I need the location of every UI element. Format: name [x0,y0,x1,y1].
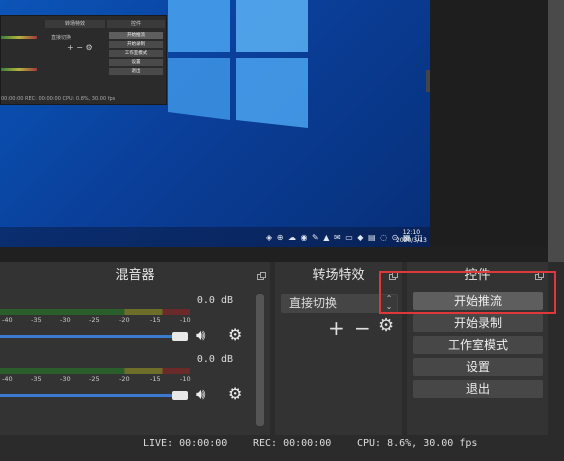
nested-transition-select: 直接切换 [51,35,72,41]
start-recording-button[interactable]: 开始录制 [413,314,543,332]
taskbar-clock: 12:10 2020/3/13 [396,229,427,245]
status-bar: LIVE: 00:00:00 REC: 00:00:00 CPU: 8.6%, … [0,435,548,455]
track2-db: 0.0 dB [196,354,233,365]
tick: -30 [60,375,71,383]
track1-speaker-icon[interactable]: 🔊︎ [196,326,205,344]
exit-button[interactable]: 退出 [413,380,543,398]
nested-meter [1,36,37,39]
add-transition-button[interactable]: + [328,316,345,340]
clock-date: 2020/3/13 [396,237,427,244]
track2-volume-handle[interactable] [172,391,188,400]
track1-volume-slider[interactable] [0,335,182,338]
windows-taskbar: ◈ ⊕ ☁ ◉ ✎ ▲ ✉ ▭ ◆ ▤ ◌ ⊙ ▦ ◫ 12:10 2020/3… [0,227,430,247]
tick: -35 [31,316,42,324]
tick: -40 [2,316,13,324]
nested-studio-mode: 工作室模式 [109,50,163,57]
track1-ticks: -40 -35 -30 -25 -20 -15 -10 [0,314,195,326]
nested-transitions-header: 转场特效 [45,20,105,28]
settings-button[interactable]: 设置 [413,358,543,376]
audio-mixer-panel: 混音器 0.0 dB -40 -35 -30 -25 -20 -15 -10 🔊… [0,262,270,435]
tick: -15 [150,375,161,383]
preview-canvas: 转场特效 控件 直接切换 + − ⚙ 开始推流 开始录制 工作室模式 设置 退出… [0,0,564,262]
nested-meter [1,68,37,71]
track2-speaker-icon[interactable]: 🔊︎ [196,385,205,403]
nested-start-record: 开始录制 [109,41,163,48]
tick: -25 [89,316,100,324]
studio-mode-button[interactable]: 工作室模式 [413,336,543,354]
undock-icon[interactable] [257,272,266,280]
cpu-fps: CPU: 8.6%, 30.00 fps [357,438,478,449]
nested-start-stream: 开始推流 [109,32,163,39]
tick: -40 [2,375,13,383]
track1-db: 0.0 dB [196,295,233,306]
track2-volume-slider[interactable] [0,394,182,397]
tick: -35 [31,375,42,383]
tick: -10 [180,375,191,383]
tick: -20 [119,375,130,383]
track2-gear-icon[interactable]: ⚙ [228,384,242,403]
tick: -30 [60,316,71,324]
window-edge [548,0,564,262]
preview-empty-area [430,0,548,247]
track1-volume-handle[interactable] [172,332,188,341]
transition-gear-icon[interactable]: ⚙ [378,315,394,336]
remove-transition-button[interactable]: − [354,316,371,340]
live-time: LIVE: 00:00:00 [143,438,228,449]
tick: -10 [180,316,191,324]
tick: -20 [119,316,130,324]
highlight-annotation-box [379,271,556,314]
transition-select-value: 直接切换 [289,296,338,310]
nested-controls-header: 控件 [107,20,165,28]
track2-ticks: -40 -35 -30 -25 -20 -15 -10 [0,373,195,385]
desktop-preview: 转场特效 控件 直接切换 + − ⚙ 开始推流 开始录制 工作室模式 设置 退出… [0,0,430,247]
nested-status-bar: 00:00:00 REC: 00:00:00 CPU: 0.8%, 30.00 … [1,94,166,104]
track1-gear-icon[interactable]: ⚙ [228,325,242,344]
tick: -25 [89,375,100,383]
windows-logo-icon [168,0,308,128]
tick: -15 [150,316,161,324]
nested-exit: 退出 [109,68,163,75]
rec-time: REC: 00:00:00 [253,438,332,449]
nested-obs-window: 转场特效 控件 直接切换 + − ⚙ 开始推流 开始录制 工作室模式 设置 退出… [0,15,167,105]
nested-add-remove: + − ⚙ [67,43,93,52]
nested-settings: 设置 [109,59,163,66]
mixer-scrollbar[interactable] [256,294,264,426]
clock-time: 12:10 [402,229,421,236]
mixer-title: 混音器 [115,268,155,283]
